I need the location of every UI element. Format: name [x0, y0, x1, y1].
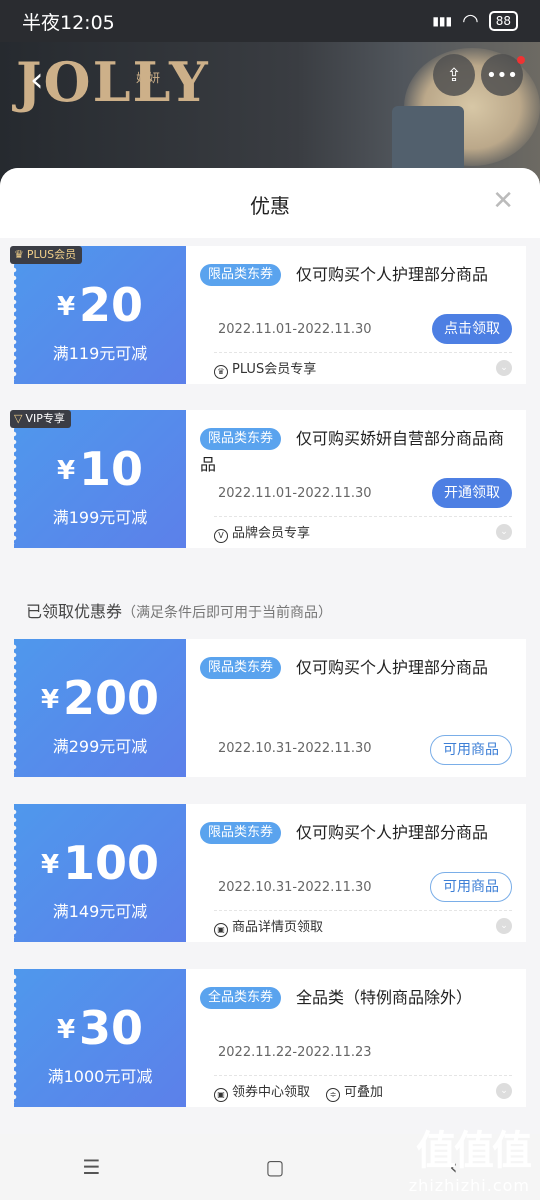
coupon-description: 全品类（特例商品除外） [296, 988, 473, 1007]
coupon-threshold: 满119元可减 [52, 344, 148, 363]
chevron-down-icon[interactable]: ⌄ [496, 524, 512, 540]
share-button[interactable]: ⇪ [433, 54, 475, 96]
coupon-value-panel: ¥100 满149元可减 [11, 804, 186, 942]
more-icon: ••• [486, 64, 518, 86]
vip-tag: ▽ VIP专享 [10, 410, 71, 428]
coupon-threshold: 满299元可减 [52, 737, 148, 756]
watermark-logo: 值值值 [416, 1128, 532, 1174]
coupon-threshold: 满1000元可减 [47, 1067, 153, 1086]
status-bar: 半夜12:05 ▮▮▮ ◠ 88 [0, 0, 540, 42]
coupon-date: 2022.10.31-2022.11.30 [218, 741, 372, 756]
coupon-amount: ¥10 [56, 442, 144, 496]
available-products-button[interactable]: 可用商品 [430, 872, 512, 902]
battery-icon: 88 [488, 11, 518, 31]
chevron-down-icon[interactable]: ⌄ [496, 918, 512, 934]
received-section-title: 已领取优惠券（满足条件后即可用于当前商品） [26, 602, 333, 621]
divider [214, 1075, 512, 1076]
crown-icon: ♛ [214, 365, 228, 379]
coupon-card: ¥10 满199元可减 ▽ VIP专享 限品类东券 仅可购买娇妍自营部分商品商品 … [10, 410, 526, 548]
divider [214, 516, 512, 517]
watermark-url: zhizhizhi.com [408, 1176, 530, 1195]
menu-icon[interactable]: ☰ [83, 1155, 101, 1179]
coupon-center-icon: ▣ [214, 1088, 228, 1102]
coupon-card: ¥100 满149元可减 限品类东券 仅可购买个人护理部分商品 2022.10.… [11, 804, 526, 942]
close-icon[interactable]: ✕ [492, 186, 514, 216]
coupon-description: 仅可购买个人护理部分商品 [296, 658, 489, 677]
coupon-card: ¥20 满119元可减 ♛ PLUS会员 限品类东券 仅可购买个人护理部分商品 2… [10, 246, 526, 384]
coupon-footer: ♛ PLUS会员专享 [214, 358, 316, 379]
coupon-amount: ¥30 [56, 1001, 144, 1055]
v-icon: ▽ [14, 412, 23, 425]
coupon-date: 2022.11.22-2022.11.23 [218, 1045, 372, 1060]
coupon-value-panel: ¥200 满299元可减 [11, 639, 186, 777]
coupon-description: 仅可购买个人护理部分商品 [296, 823, 489, 842]
coupon-description: 仅可购买娇妍自营部分商品商品 [200, 429, 505, 474]
chevron-down-icon[interactable]: ⌄ [496, 360, 512, 376]
wifi-icon: ◠ [462, 10, 479, 32]
coupon-date: 2022.11.01-2022.11.30 [218, 486, 372, 501]
notification-dot [517, 56, 525, 64]
claim-button[interactable]: 点击领取 [432, 314, 512, 344]
coupon-amount: ¥200 [40, 671, 160, 725]
hero-banner: JOLLY 娇妍 ‹ ⇪ ••• [0, 42, 540, 186]
coupon-footer: ▣ 领券中心领取 ≑ 可叠加 [214, 1081, 383, 1102]
brand-logo-cn: 娇妍 [136, 71, 161, 85]
received-section-subtitle: （满足条件后即可用于当前商品） [122, 605, 333, 621]
product-page-icon: ▣ [214, 923, 228, 937]
coupon-threshold: 满149元可减 [52, 902, 148, 921]
divider [214, 352, 512, 353]
status-time: 半夜12:05 [22, 11, 115, 34]
activate-claim-button[interactable]: 开通领取 [432, 478, 512, 508]
stackable-icon: ≑ [326, 1088, 341, 1102]
share-icon: ⇪ [446, 64, 462, 86]
coupon-value-panel: ¥10 满199元可减 [11, 410, 186, 548]
watermark: 值值值 zhizhizhi.com [408, 1118, 532, 1195]
back-icon[interactable]: ‹ [30, 60, 44, 100]
coupon-date: 2022.10.31-2022.11.30 [218, 880, 372, 895]
coupon-sheet: 优惠 ✕ ¥20 满119元可减 ♛ PLUS会员 限品类东券 仅可购买个人护理部… [0, 168, 540, 1134]
divider [214, 910, 512, 911]
home-icon[interactable]: ▢ [266, 1155, 285, 1179]
sheet-title: 优惠 [250, 194, 290, 218]
coupon-footer: V 品牌会员专享 [214, 522, 310, 543]
coupon-threshold: 满199元可减 [52, 508, 148, 527]
coupon-card: ¥200 满299元可减 限品类东券 仅可购买个人护理部分商品 2022.10.… [11, 639, 526, 777]
coupon-value-panel: ¥20 满119元可减 [11, 246, 186, 384]
coupon-card: ¥30 满1000元可减 全品类东券 全品类（特例商品除外） 2022.11.2… [11, 969, 526, 1107]
coupon-amount: ¥20 [56, 278, 144, 332]
sheet-header: 优惠 ✕ [0, 168, 540, 238]
brand-logo: JOLLY [16, 50, 210, 114]
coupon-description: 仅可购买个人护理部分商品 [296, 265, 489, 284]
coupon-date: 2022.11.01-2022.11.30 [218, 322, 372, 337]
coupon-value-panel: ¥30 满1000元可减 [11, 969, 186, 1107]
coupon-amount: ¥100 [40, 836, 160, 890]
signal-icon: ▮▮▮ [432, 14, 453, 28]
available-products-button[interactable]: 可用商品 [430, 735, 512, 765]
plus-member-tag: ♛ PLUS会员 [10, 246, 83, 264]
crown-icon: ♛ [14, 248, 24, 261]
chevron-down-icon[interactable]: ⌄ [496, 1083, 512, 1099]
coupon-footer: ▣ 商品详情页领取 [214, 916, 323, 937]
more-button[interactable]: ••• [481, 54, 525, 96]
v-icon: V [214, 529, 228, 543]
